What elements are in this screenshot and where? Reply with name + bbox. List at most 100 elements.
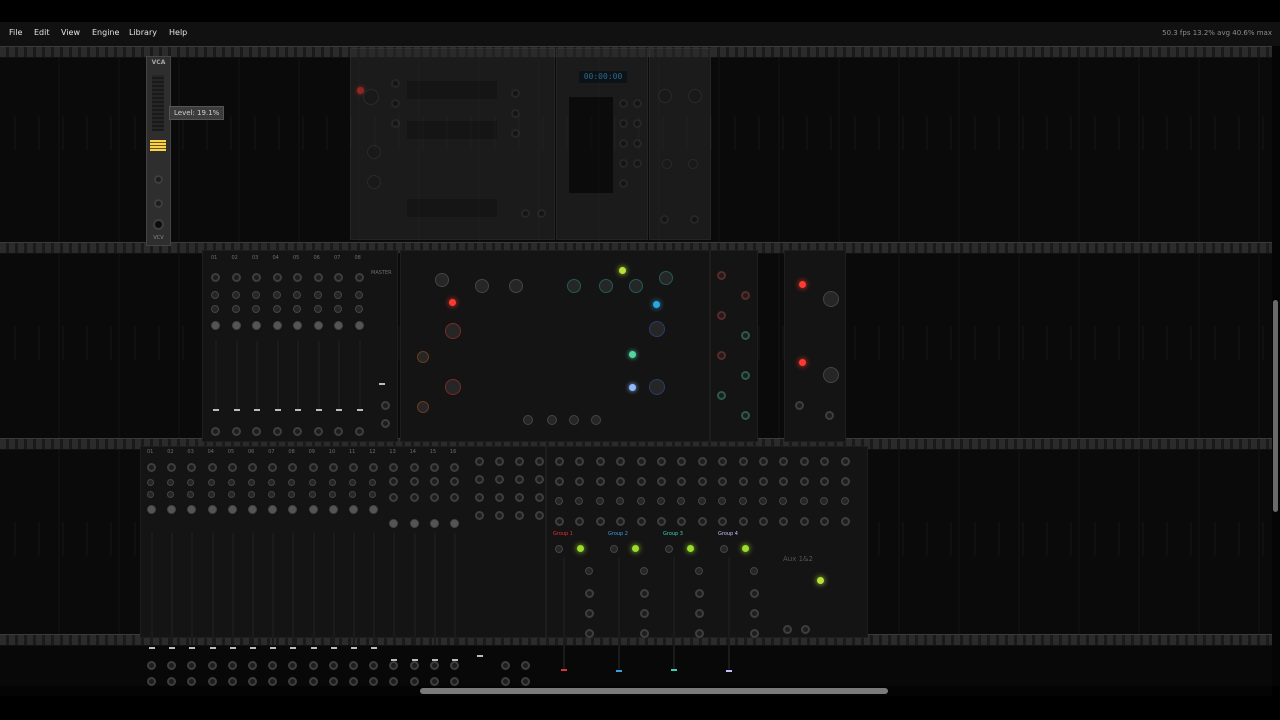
knob[interactable] (697, 497, 706, 505)
jack[interactable] (619, 139, 628, 148)
jack[interactable] (660, 215, 669, 224)
fader-track[interactable] (215, 341, 217, 411)
jack[interactable] (840, 457, 850, 466)
fader-handle[interactable] (616, 670, 622, 672)
jack[interactable] (429, 493, 439, 502)
jack[interactable] (718, 457, 728, 466)
jack[interactable] (535, 475, 544, 484)
knob[interactable] (629, 279, 643, 293)
knob[interactable] (509, 279, 523, 293)
knob[interactable] (688, 159, 698, 169)
knob[interactable] (207, 479, 215, 486)
jack[interactable] (313, 273, 323, 282)
filter-module[interactable] (784, 250, 846, 442)
jack[interactable] (750, 609, 759, 618)
audio-input-jack[interactable] (154, 199, 163, 208)
jack[interactable] (495, 457, 504, 466)
knob[interactable] (288, 479, 296, 486)
jack[interactable] (697, 477, 707, 486)
jack[interactable] (695, 629, 704, 638)
knob[interactable] (389, 519, 399, 528)
jack[interactable] (636, 517, 646, 526)
knob[interactable] (293, 321, 302, 330)
jack[interactable] (619, 159, 628, 168)
knob[interactable] (475, 279, 489, 293)
jack[interactable] (475, 511, 484, 520)
jack[interactable] (450, 493, 459, 502)
jack[interactable] (697, 517, 707, 526)
knob[interactable] (823, 291, 839, 307)
knob[interactable] (272, 291, 281, 299)
knob[interactable] (147, 491, 154, 498)
jack[interactable] (389, 477, 399, 486)
knob[interactable] (840, 497, 849, 505)
jack[interactable] (750, 629, 759, 638)
jack[interactable] (187, 661, 197, 670)
fader-track[interactable] (297, 341, 299, 411)
knob[interactable] (369, 505, 379, 514)
knob[interactable] (227, 505, 237, 514)
jack[interactable] (616, 517, 626, 526)
jack[interactable] (211, 427, 220, 436)
jack[interactable] (759, 477, 768, 486)
jack[interactable] (288, 661, 298, 670)
fader-track[interactable] (618, 557, 620, 669)
knob[interactable] (231, 305, 240, 313)
jack[interactable] (741, 411, 750, 420)
knob[interactable] (555, 545, 563, 553)
knob[interactable] (658, 89, 672, 103)
jack[interactable] (231, 273, 241, 282)
vertical-scrollbar-thumb[interactable] (1273, 300, 1278, 512)
jack[interactable] (511, 89, 520, 98)
knob[interactable] (207, 505, 217, 514)
jack[interactable] (328, 463, 338, 472)
knob[interactable] (252, 291, 260, 299)
jack[interactable] (450, 661, 459, 670)
knob[interactable] (272, 321, 282, 330)
jack[interactable] (349, 661, 358, 670)
fader-track[interactable] (728, 557, 730, 669)
jack[interactable] (636, 477, 646, 486)
fader-handle[interactable] (233, 409, 240, 411)
jack[interactable] (595, 457, 605, 466)
large-mixer-module[interactable]: 01 02 03 04 05 06 07 08 09 10 11 12 13 14 15 16 (140, 446, 546, 686)
knob[interactable] (595, 497, 604, 505)
vca-module[interactable]: VCA VCV (146, 56, 171, 246)
jack[interactable] (354, 427, 364, 436)
fader-track[interactable] (272, 533, 275, 645)
knob[interactable] (659, 271, 673, 285)
knob[interactable] (779, 497, 788, 505)
horizontal-scrollbar-thumb[interactable] (420, 688, 888, 694)
jack[interactable] (511, 129, 520, 138)
matrix-module[interactable] (400, 250, 710, 442)
jack[interactable] (147, 463, 156, 472)
jack[interactable] (820, 477, 830, 486)
fader-track[interactable] (353, 533, 355, 645)
knob[interactable] (799, 497, 808, 505)
jack[interactable] (677, 517, 687, 526)
jack[interactable] (840, 517, 850, 526)
knob[interactable] (688, 89, 702, 103)
menu-edit[interactable]: Edit (34, 28, 50, 37)
knob[interactable] (435, 273, 449, 287)
jack[interactable] (515, 475, 524, 484)
jack[interactable] (657, 457, 666, 466)
knob[interactable] (367, 145, 381, 159)
jack[interactable] (495, 511, 504, 520)
jack[interactable] (799, 517, 809, 526)
jack[interactable] (328, 677, 338, 686)
fader-handle[interactable] (336, 409, 342, 411)
fader-track[interactable] (231, 533, 234, 645)
knob[interactable] (288, 505, 298, 514)
jack[interactable] (288, 677, 298, 686)
knob[interactable] (211, 305, 219, 313)
jack[interactable] (521, 661, 530, 670)
jack[interactable] (575, 477, 585, 486)
knob[interactable] (207, 491, 215, 498)
fader-handle[interactable] (189, 647, 196, 649)
jack[interactable] (585, 629, 594, 638)
knob[interactable] (272, 305, 281, 313)
knob[interactable] (445, 379, 461, 395)
jack[interactable] (475, 475, 484, 484)
jack[interactable] (167, 677, 177, 686)
